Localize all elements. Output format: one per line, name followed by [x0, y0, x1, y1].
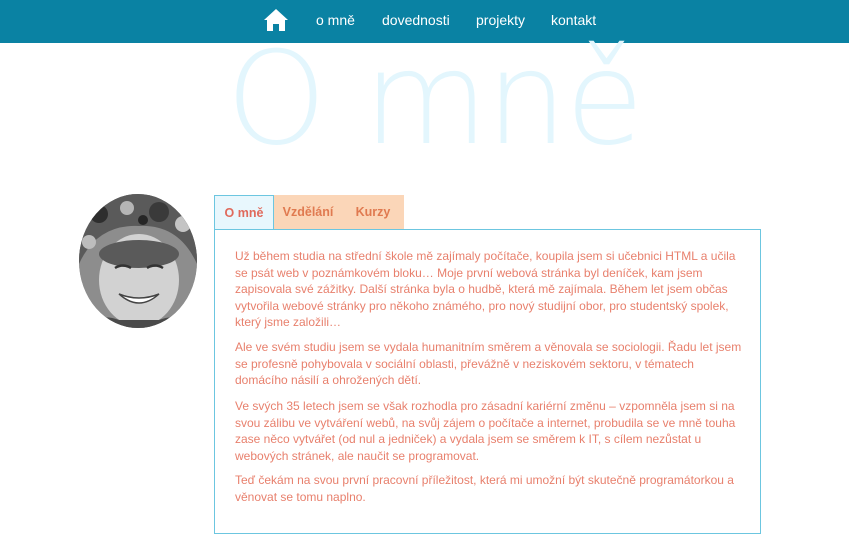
tab-kurzy[interactable]: Kurzy — [342, 195, 404, 229]
page-title: O mně — [226, 25, 644, 174]
paragraph-sociology: Ale ve svém studiu jsem se vydala humani… — [235, 340, 742, 387]
paragraph-career-change: Ve svých 35 letech jsem se však rozhodla… — [235, 399, 736, 463]
paragraph-intro: Už během studia na střední škole mě zají… — [235, 249, 736, 329]
paragraph-current: Teď čekám na svou první pracovní příleži… — [235, 473, 734, 504]
avatar-portrait — [79, 194, 197, 328]
tab-o-mne[interactable]: O mně — [214, 195, 274, 229]
tab-content-panel: Už během studia na střední škole mě zají… — [214, 229, 761, 534]
avatar — [79, 194, 197, 328]
tab-vzdelani[interactable]: Vzdělání — [274, 195, 342, 229]
